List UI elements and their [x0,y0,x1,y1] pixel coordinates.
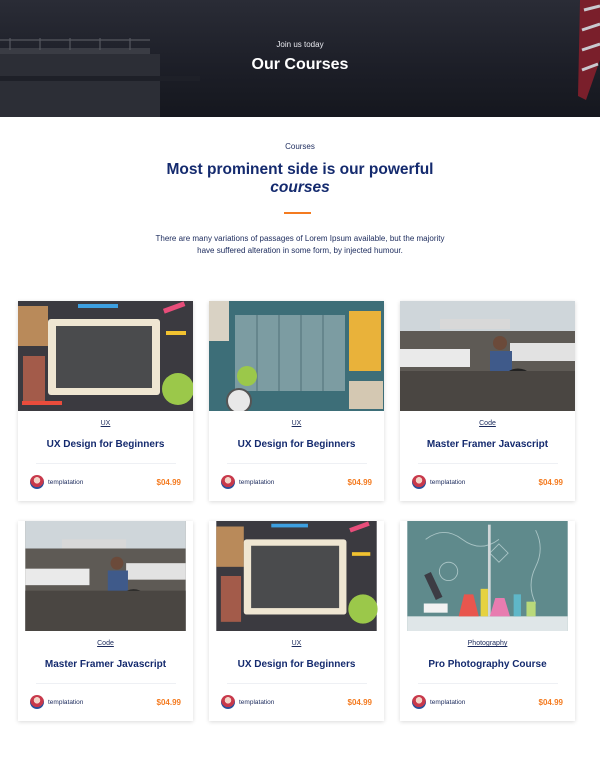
author-name[interactable]: templatation [430,699,465,706]
section-label: Courses [285,142,315,151]
section-heading: Most prominent side is our powerful cour… [0,161,600,197]
course-card[interactable]: Code Master Framer Javascript templatati… [400,301,575,501]
author-avatar [30,475,44,489]
course-title[interactable]: UX Design for Beginners [209,439,384,450]
course-category[interactable]: UX [209,420,384,427]
accent-divider [284,212,311,214]
course-price: $04.99 [156,698,181,707]
card-divider [227,463,367,464]
course-price: $04.99 [156,478,181,487]
author-name[interactable]: templatation [239,699,274,706]
author-avatar [221,475,235,489]
course-title[interactable]: Master Framer Javascript [400,439,575,450]
card-divider [227,683,367,684]
course-thumbnail[interactable] [18,301,193,411]
course-price: $04.99 [538,698,563,707]
course-category[interactable]: Code [400,420,575,427]
course-thumbnail[interactable] [400,521,575,631]
author-avatar [30,695,44,709]
hero-banner: Join us today Our Courses [0,0,600,117]
course-category[interactable]: Photography [400,640,575,647]
course-price: $04.99 [347,478,372,487]
section-intro: There are many variations of passages of… [155,234,445,255]
card-divider [418,683,558,684]
hero-title: Our Courses [251,56,349,73]
course-title[interactable]: Master Framer Javascript [18,659,193,670]
author-name[interactable]: templatation [48,479,83,486]
flag-graphic [578,0,600,100]
course-price: $04.99 [347,698,372,707]
card-divider [418,463,558,464]
card-divider [36,683,176,684]
course-title[interactable]: UX Design for Beginners [18,439,193,450]
course-card[interactable]: Photography Pro Photography Course templ… [400,521,575,721]
course-title[interactable]: UX Design for Beginners [209,659,384,670]
author-avatar [412,475,426,489]
course-category[interactable]: UX [209,640,384,647]
hero-subtitle: Join us today [276,40,324,49]
heading-line-1: Most prominent side is our powerful [166,161,434,178]
author-name[interactable]: templatation [239,479,274,486]
course-thumbnail[interactable] [400,301,575,411]
course-category[interactable]: Code [18,640,193,647]
author-name[interactable]: templatation [430,479,465,486]
course-thumbnail[interactable] [18,521,193,631]
author-avatar [221,695,235,709]
course-thumbnail[interactable] [209,301,384,411]
course-price: $04.99 [538,478,563,487]
author-avatar [412,695,426,709]
card-divider [36,463,176,464]
building-silhouette [0,38,200,117]
heading-line-2: courses [270,179,330,196]
course-title[interactable]: Pro Photography Course [400,659,575,670]
author-name[interactable]: templatation [48,699,83,706]
course-card[interactable]: UX UX Design for Beginners templatation … [209,521,384,721]
course-card[interactable]: UX UX Design for Beginners templatation … [18,301,193,501]
course-card[interactable]: UX UX Design for Beginners templatation … [209,301,384,501]
course-thumbnail[interactable] [209,521,384,631]
course-card[interactable]: Code Master Framer Javascript templatati… [18,521,193,721]
course-category[interactable]: UX [18,420,193,427]
